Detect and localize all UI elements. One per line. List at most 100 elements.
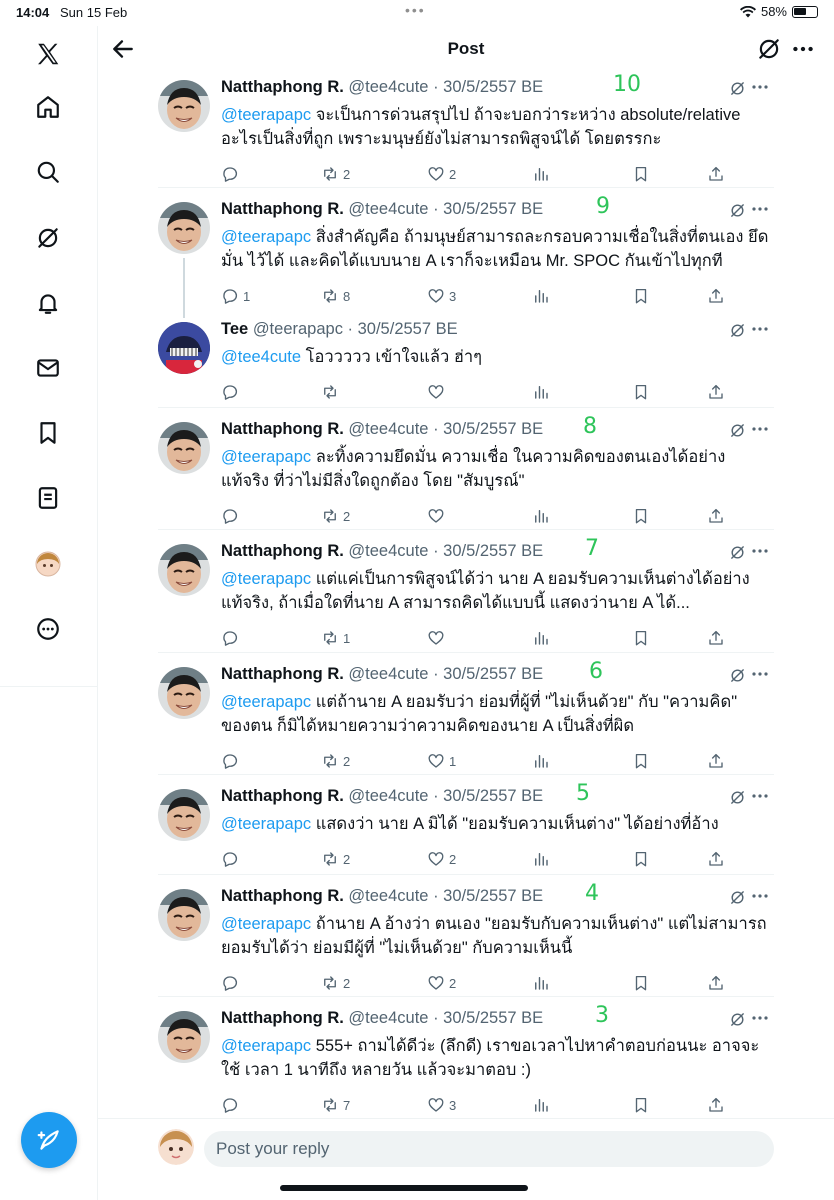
author-avatar[interactable] bbox=[158, 889, 210, 941]
mention-link[interactable]: @teerapapc bbox=[221, 915, 311, 933]
home-indicator[interactable] bbox=[280, 1185, 528, 1191]
author-handle[interactable]: @tee4cute bbox=[348, 420, 428, 438]
post[interactable]: Tee @teerapapc · 30/5/2557 BE @tee4cute โ… bbox=[158, 308, 774, 408]
author-avatar[interactable] bbox=[158, 322, 210, 374]
like-button[interactable]: 2 bbox=[427, 974, 456, 992]
mention-link[interactable]: @teerapapc bbox=[221, 228, 311, 246]
bookmark-button[interactable] bbox=[632, 1096, 650, 1114]
author-avatar[interactable] bbox=[158, 80, 210, 132]
post[interactable]: Natthaphong R. @tee4cute · 30/5/2557 BE 9… bbox=[158, 188, 774, 318]
grok-icon[interactable] bbox=[729, 80, 746, 97]
repost-button[interactable]: 1 bbox=[321, 629, 350, 647]
repost-button[interactable]: 2 bbox=[321, 974, 350, 992]
post-date[interactable]: 30/5/2557 BE bbox=[443, 665, 543, 683]
mention-link[interactable]: @teerapapc bbox=[221, 106, 311, 124]
author-name[interactable]: Natthaphong R. bbox=[221, 420, 344, 438]
post-date[interactable]: 30/5/2557 BE bbox=[443, 1009, 543, 1027]
reply-button[interactable] bbox=[221, 383, 243, 401]
grok-icon[interactable] bbox=[30, 220, 66, 256]
like-button[interactable] bbox=[427, 383, 449, 401]
author-handle[interactable]: @tee4cute bbox=[348, 665, 428, 683]
author-name[interactable]: Natthaphong R. bbox=[221, 887, 344, 905]
mention-link[interactable]: @teerapapc bbox=[221, 693, 311, 711]
author-name[interactable]: Natthaphong R. bbox=[221, 78, 344, 96]
more-options-icon[interactable] bbox=[752, 893, 768, 899]
author-avatar[interactable] bbox=[158, 667, 210, 719]
lists-icon[interactable] bbox=[30, 480, 66, 516]
more-options-icon[interactable] bbox=[752, 326, 768, 332]
post-date[interactable]: 30/5/2557 BE bbox=[443, 78, 543, 96]
views-button[interactable] bbox=[532, 1096, 550, 1114]
more-options-icon[interactable] bbox=[752, 671, 768, 677]
share-button[interactable] bbox=[707, 974, 725, 992]
bookmark-button[interactable] bbox=[632, 383, 650, 401]
mention-link[interactable]: @tee4cute bbox=[221, 348, 301, 366]
reply-button[interactable] bbox=[221, 1096, 243, 1114]
post-date[interactable]: 30/5/2557 BE bbox=[443, 200, 543, 218]
compose-button[interactable] bbox=[21, 1112, 77, 1168]
post[interactable]: Natthaphong R. @tee4cute · 30/5/2557 BE 5… bbox=[158, 775, 774, 875]
author-name[interactable]: Tee bbox=[221, 320, 248, 338]
home-icon[interactable] bbox=[30, 89, 66, 125]
like-button[interactable] bbox=[427, 507, 449, 525]
repost-button[interactable]: 2 bbox=[321, 752, 350, 770]
share-button[interactable] bbox=[707, 1096, 725, 1114]
share-button[interactable] bbox=[707, 850, 725, 868]
multitasking-dots-icon[interactable]: ••• bbox=[405, 2, 426, 18]
post[interactable]: Natthaphong R. @tee4cute · 30/5/2557 BE 6… bbox=[158, 653, 774, 775]
more-options-icon[interactable] bbox=[790, 36, 816, 62]
bookmark-button[interactable] bbox=[632, 974, 650, 992]
post-date[interactable]: 30/5/2557 BE bbox=[358, 320, 458, 338]
share-button[interactable] bbox=[707, 287, 725, 305]
grok-icon[interactable] bbox=[729, 544, 746, 561]
share-button[interactable] bbox=[707, 629, 725, 647]
author-avatar[interactable] bbox=[158, 789, 210, 841]
author-name[interactable]: Natthaphong R. bbox=[221, 1009, 344, 1027]
post[interactable]: Natthaphong R. @tee4cute · 30/5/2557 BE 1… bbox=[158, 66, 774, 188]
views-button[interactable] bbox=[532, 165, 550, 183]
post-date[interactable]: 30/5/2557 BE bbox=[443, 542, 543, 560]
author-name[interactable]: Natthaphong R. bbox=[221, 542, 344, 560]
repost-button[interactable]: 8 bbox=[321, 287, 350, 305]
author-handle[interactable]: @tee4cute bbox=[348, 542, 428, 560]
bookmark-button[interactable] bbox=[632, 507, 650, 525]
author-handle[interactable]: @tee4cute bbox=[348, 78, 428, 96]
author-name[interactable]: Natthaphong R. bbox=[221, 787, 344, 805]
views-button[interactable] bbox=[532, 507, 550, 525]
mention-link[interactable]: @teerapapc bbox=[221, 570, 311, 588]
reply-input[interactable]: Post your reply bbox=[204, 1131, 774, 1167]
like-button[interactable]: 2 bbox=[427, 850, 456, 868]
more-options-icon[interactable] bbox=[752, 793, 768, 799]
share-button[interactable] bbox=[707, 383, 725, 401]
profile-avatar[interactable] bbox=[30, 546, 66, 582]
author-name[interactable]: Natthaphong R. bbox=[221, 665, 344, 683]
reply-button[interactable] bbox=[221, 850, 243, 868]
grok-icon[interactable] bbox=[729, 1011, 746, 1028]
reply-button[interactable] bbox=[221, 165, 243, 183]
repost-button[interactable]: 2 bbox=[321, 850, 350, 868]
views-button[interactable] bbox=[532, 850, 550, 868]
grok-icon[interactable] bbox=[729, 789, 746, 806]
like-button[interactable] bbox=[427, 629, 449, 647]
share-button[interactable] bbox=[707, 165, 725, 183]
search-icon[interactable] bbox=[30, 154, 66, 190]
repost-button[interactable]: 7 bbox=[321, 1096, 350, 1114]
post-date[interactable]: 30/5/2557 BE bbox=[443, 887, 543, 905]
more-options-icon[interactable] bbox=[752, 548, 768, 554]
more-icon[interactable] bbox=[30, 611, 66, 647]
reply-button[interactable] bbox=[221, 752, 243, 770]
reply-button[interactable]: 1 bbox=[221, 287, 250, 305]
views-button[interactable] bbox=[532, 287, 550, 305]
grok-icon[interactable] bbox=[729, 322, 746, 339]
mention-link[interactable]: @teerapapc bbox=[221, 448, 311, 466]
post[interactable]: Natthaphong R. @tee4cute · 30/5/2557 BE 3… bbox=[158, 997, 774, 1119]
x-logo-icon[interactable] bbox=[30, 36, 66, 72]
post-date[interactable]: 30/5/2557 BE bbox=[443, 787, 543, 805]
more-options-icon[interactable] bbox=[752, 84, 768, 90]
like-button[interactable]: 2 bbox=[427, 165, 456, 183]
post-date[interactable]: 30/5/2557 BE bbox=[443, 420, 543, 438]
grok-icon[interactable] bbox=[729, 667, 746, 684]
more-options-icon[interactable] bbox=[752, 1015, 768, 1021]
author-avatar[interactable] bbox=[158, 422, 210, 474]
bookmark-button[interactable] bbox=[632, 165, 650, 183]
